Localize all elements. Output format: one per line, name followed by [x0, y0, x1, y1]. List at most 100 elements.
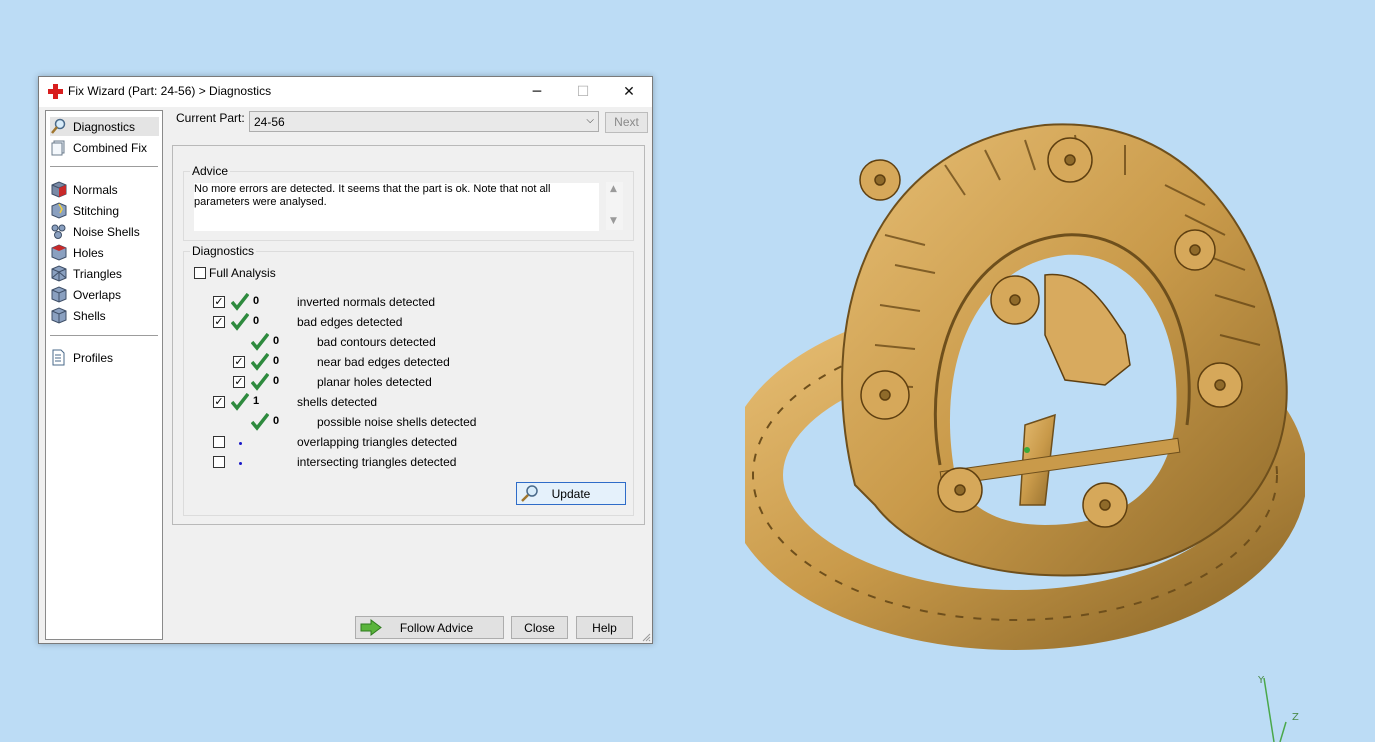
near-bad-edges-checkbox[interactable]: ✓: [233, 356, 245, 368]
sidebar-item-label: Overlaps: [73, 287, 122, 302]
cube-holes-icon: [51, 244, 67, 261]
sidebar-divider: [50, 166, 158, 167]
sidebar-item-stitching[interactable]: Stitching: [50, 201, 119, 220]
scroll-up-icon[interactable]: ▲: [610, 184, 617, 194]
planar-holes-checkbox[interactable]: ✓: [233, 376, 245, 388]
diag-count: 0: [253, 315, 260, 327]
stack-icon: [51, 140, 65, 156]
cube-triangles-icon: [51, 265, 67, 282]
diag-label: overlapping triangles detected: [297, 435, 458, 449]
cube-red-icon: [51, 181, 67, 198]
green-check-icon: [251, 413, 269, 431]
resize-grip-icon[interactable]: [641, 632, 651, 642]
sidebar: Diagnostics Combined Fix Normals Stitchi…: [45, 110, 163, 640]
fix-wizard-window: Fix Wizard (Part: 24-56) > Diagnostics ─…: [38, 76, 653, 644]
cube-noise-icon: [51, 224, 66, 239]
diag-count: 0: [273, 335, 280, 347]
advice-group: Advice No more errors are detected. It s…: [183, 164, 634, 241]
bad-edges-checkbox[interactable]: ✓: [213, 316, 225, 328]
diag-label: near bad edges detected: [317, 355, 450, 369]
green-check-icon: [251, 373, 269, 391]
sidebar-item-profiles[interactable]: Profiles: [50, 348, 113, 367]
green-check-icon: [231, 293, 249, 311]
sidebar-item-label: Shells: [73, 308, 106, 323]
diagnostics-group: Diagnostics Full Analysis ✓ 0 inverted n…: [183, 244, 634, 516]
diag-label: bad edges detected: [297, 315, 403, 329]
follow-advice-button[interactable]: Follow Advice: [355, 616, 504, 639]
current-part-value: 24-56: [254, 115, 285, 129]
close-button[interactable]: Close: [511, 616, 568, 639]
green-check-icon: [231, 393, 249, 411]
sidebar-item-label: Stitching: [73, 203, 120, 218]
diag-count: 0: [273, 415, 280, 427]
sidebar-item-label: Diagnostics: [73, 119, 136, 134]
sidebar-item-shells[interactable]: Shells: [50, 306, 106, 325]
sidebar-item-holes[interactable]: Holes: [50, 243, 104, 262]
overlapping-triangles-checkbox[interactable]: [213, 436, 225, 448]
current-part-label: Current Part:: [176, 111, 245, 125]
axis-y-label: Y: [1258, 675, 1265, 686]
green-check-icon: [251, 353, 269, 371]
sidebar-item-label: Noise Shells: [73, 224, 140, 239]
sidebar-item-normals[interactable]: Normals: [50, 180, 118, 199]
magnifier-icon: [521, 485, 538, 502]
advice-text: No more errors are detected. It seems th…: [194, 183, 599, 231]
help-button[interactable]: Help: [576, 616, 633, 639]
diag-count: 0: [273, 355, 280, 367]
diag-label: planar holes detected: [317, 375, 432, 389]
follow-advice-label: Follow Advice: [399, 620, 474, 635]
diag-label: shells detected: [297, 395, 378, 409]
magnifier-icon: [51, 118, 66, 134]
sidebar-item-label: Normals: [73, 182, 118, 197]
diag-count: 0: [253, 295, 260, 307]
diag-count: 1: [253, 395, 260, 407]
sidebar-item-label: Profiles: [73, 350, 114, 365]
diagnostics-title: Diagnostics: [190, 244, 257, 258]
wizard-panel: Advice No more errors are detected. It s…: [172, 145, 645, 525]
sidebar-item-noise-shells[interactable]: Noise Shells: [50, 222, 140, 241]
red-cross-icon: [48, 84, 63, 99]
cube-overlaps-icon: [51, 286, 67, 303]
inverted-normals-checkbox[interactable]: ✓: [213, 296, 225, 308]
ring-model-3d[interactable]: [745, 105, 1305, 650]
document-icon: [52, 349, 65, 366]
window-title: Fix Wizard (Part: 24-56) > Diagnostics: [68, 84, 272, 98]
sidebar-item-diagnostics[interactable]: Diagnostics: [50, 117, 159, 136]
advice-scrollbar[interactable]: ▲ ▼: [606, 182, 623, 230]
green-check-icon: [251, 333, 269, 351]
axis-z-label: Z: [1292, 712, 1299, 723]
intersecting-triangles-checkbox[interactable]: [213, 456, 225, 468]
scroll-down-icon[interactable]: ▼: [610, 216, 617, 226]
diag-label: inverted normals detected: [297, 295, 436, 309]
sidebar-divider: [50, 335, 158, 336]
full-analysis-checkbox[interactable]: [194, 267, 206, 279]
diag-count: 0: [273, 375, 280, 387]
sidebar-item-label: Holes: [73, 245, 104, 260]
pending-dot-icon: [239, 442, 242, 445]
minimize-button[interactable]: ─: [514, 77, 560, 107]
advice-title: Advice: [190, 164, 231, 178]
shells-checkbox[interactable]: ✓: [213, 396, 225, 408]
pending-dot-icon: [239, 462, 242, 465]
next-button[interactable]: Next: [605, 112, 648, 133]
update-label: Update: [551, 486, 591, 501]
close-window-button[interactable]: ✕: [606, 77, 652, 107]
title-bar[interactable]: Fix Wizard (Part: 24-56) > Diagnostics ─…: [39, 77, 652, 107]
current-part-dropdown[interactable]: 24-56 ⌵: [249, 111, 599, 132]
diag-label: possible noise shells detected: [317, 415, 477, 429]
maximize-button[interactable]: ☐: [560, 77, 606, 107]
update-button[interactable]: Update: [516, 482, 626, 505]
sidebar-item-combined-fix[interactable]: Combined Fix: [50, 138, 147, 157]
chevron-down-icon: ⌵: [586, 115, 594, 126]
sidebar-item-triangles[interactable]: Triangles: [50, 264, 122, 283]
sidebar-item-overlaps[interactable]: Overlaps: [50, 285, 121, 304]
diag-label: intersecting triangles detected: [297, 455, 457, 469]
cube-shells-icon: [51, 307, 67, 324]
full-analysis-label: Full Analysis: [209, 266, 276, 280]
diag-label: bad contours detected: [317, 335, 436, 349]
green-check-icon: [231, 313, 249, 331]
green-arrow-icon: [360, 619, 382, 636]
cube-stitch-icon: [51, 202, 67, 219]
sidebar-item-label: Triangles: [73, 266, 122, 281]
sidebar-item-label: Combined Fix: [73, 140, 148, 155]
